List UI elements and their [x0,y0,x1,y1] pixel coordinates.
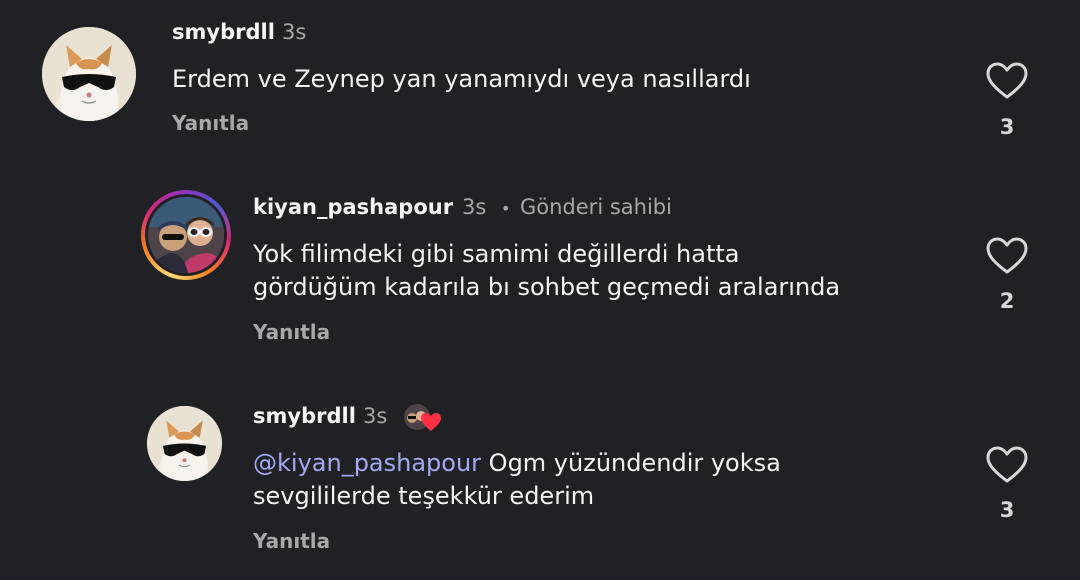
avatar[interactable] [42,27,136,121]
reply-button[interactable]: Yanıtla [253,320,330,344]
timestamp: 3s [462,195,487,219]
like-count: 2 [999,289,1015,313]
selfie-photo-icon [148,197,224,273]
like-count: 3 [999,115,1015,139]
comment-text-line-2: sevgililerde teşekkür ederim [253,482,595,510]
comment-text-line-1: Yok filimdeki gibi samimi değillerdi hat… [253,240,740,268]
username[interactable]: smybrdll [253,404,356,428]
like-button[interactable] [985,445,1029,485]
comment-text-line-2: gördüğüm kadarıla bı sohbet geçmedi aral… [253,273,841,301]
comment-3: smybrdll 3s @kiyan_pashapour Ogm yüzünde… [0,390,1080,580]
reply-button[interactable]: Yanıtla [253,529,330,553]
avatar [148,197,224,273]
like-button[interactable] [985,61,1029,101]
story-ring[interactable] [141,190,231,280]
comment-text-line-1: @kiyan_pashapour Ogm yüzündendir yoksa [253,447,781,480]
reply-button[interactable]: Yanıtla [172,111,249,135]
heart-icon [986,446,1028,483]
mention-link[interactable]: @kiyan_pashapour [253,449,481,477]
comment-1: smybrdll 3s Erdem ve Zeynep yan yanamıyd… [0,0,1080,160]
timestamp: 3s [363,404,388,428]
comment-text: Erdem ve Zeynep yan yanamıydı veya nasıl… [172,65,751,93]
heart-icon [986,237,1028,274]
author-badge: Gönderi sahibi [520,195,672,219]
cat-avatar-icon [147,406,222,481]
comment-text: Ogm yüzündendir yoksa [481,449,781,477]
like-button[interactable] [985,236,1029,276]
timestamp: 3s [282,20,307,44]
like-count: 3 [999,498,1015,522]
heart-icon [986,62,1028,99]
avatar[interactable] [147,406,222,481]
username[interactable]: smybrdll [172,20,275,44]
comment-2: kiyan_pashapour 3s • Gönderi sahibi Yok … [0,180,1080,370]
liked-by-author-icon [401,401,441,433]
story-ring-gap [145,194,227,276]
separator-dot: • [501,199,511,218]
username[interactable]: kiyan_pashapour [253,195,453,219]
cat-avatar-icon [42,27,136,121]
